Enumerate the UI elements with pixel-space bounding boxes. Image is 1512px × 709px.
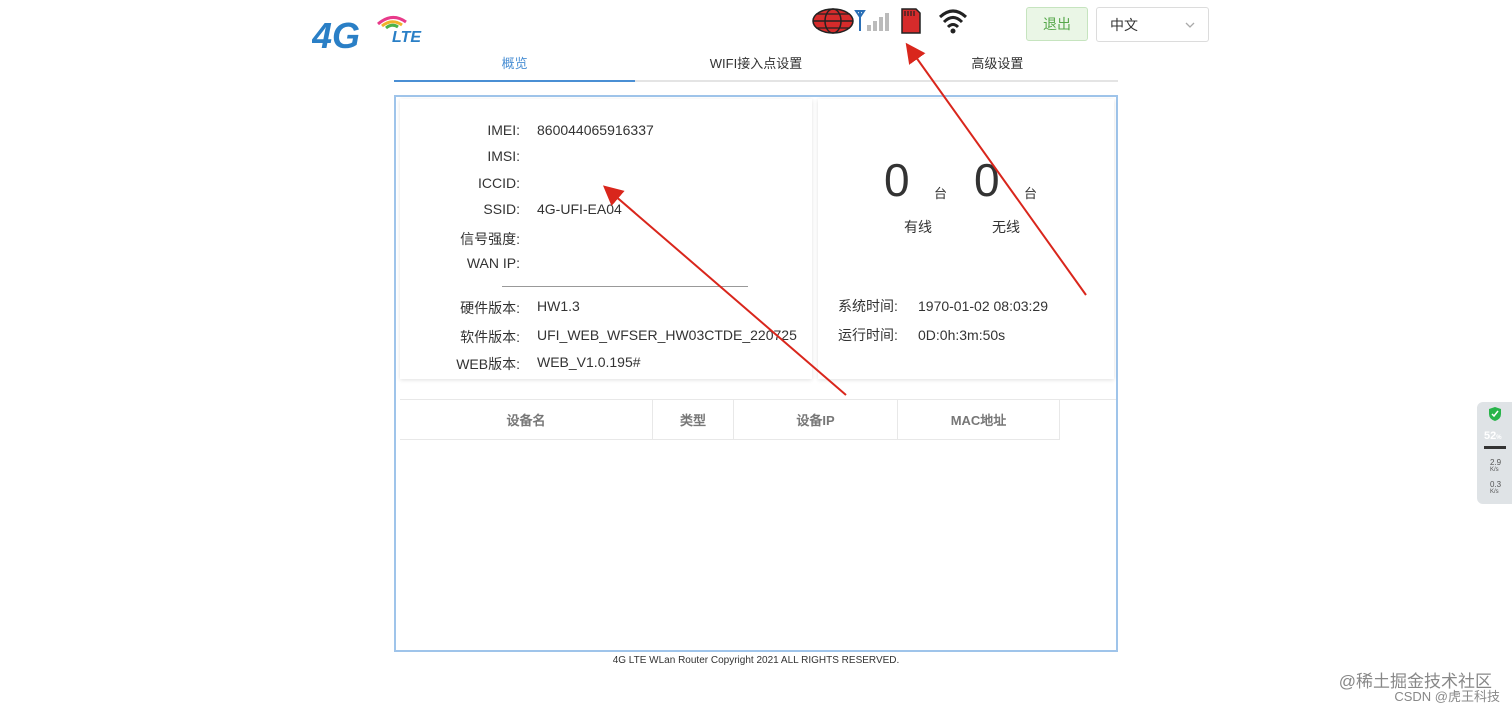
info-row-hw-version: 硬件版本: HW1.3	[400, 298, 812, 318]
sw-version-label: 软件版本:	[460, 329, 520, 345]
hw-version-value: HW1.3	[537, 298, 580, 314]
globe-icon	[812, 7, 854, 35]
system-time-row: 系统时间: 1970-01-02 08:03:29	[838, 296, 1048, 316]
iccid-label: ICCID:	[478, 175, 520, 191]
watermark-csdn: CSDN @虎王科技	[1394, 689, 1500, 704]
column-header-device-ip[interactable]: 设备IP	[734, 400, 898, 440]
network-speed-widget[interactable]: 52% 2.9 K/s 0.3 K/s	[1477, 402, 1512, 504]
uptime-label: 运行时间:	[838, 327, 898, 343]
upload-speed: 2.9	[1490, 458, 1502, 467]
connection-stats-card: 0 台 0 台 有线 无线 系统时间: 1970-01-02 08:03:29 运…	[818, 99, 1114, 379]
tab-advanced-settings[interactable]: 高级设置	[877, 50, 1118, 80]
imsi-label: IMSI:	[487, 148, 520, 164]
info-row-signal: 信号强度:	[400, 229, 812, 249]
signal-antenna-icon	[854, 7, 889, 35]
wired-label: 有线	[904, 219, 932, 235]
wireless-label: 无线	[992, 219, 1020, 235]
language-selected-value: 中文	[1110, 16, 1138, 33]
imei-value: 860044065916337	[537, 122, 654, 138]
wifi-icon	[938, 7, 970, 35]
main-tabs: 概览 WIFI接入点设置 高级设置	[394, 50, 1118, 82]
connected-devices-table: 设备名 类型 设备IP MAC地址	[400, 399, 1116, 440]
info-row-wanip: WAN IP:	[400, 255, 812, 275]
download-speed-unit: K/s	[1490, 489, 1499, 495]
hw-version-label: 硬件版本:	[460, 300, 520, 316]
info-row-web-version: WEB版本: WEB_V1.0.195#	[400, 354, 812, 374]
logout-button[interactable]: 退出	[1026, 7, 1088, 41]
tab-overview[interactable]: 概览	[394, 50, 636, 82]
column-header-mac-address[interactable]: MAC地址	[898, 400, 1060, 440]
info-row-ssid: SSID: 4G-UFI-EA04	[400, 201, 812, 221]
logo-lte-text: LTE	[392, 29, 422, 46]
usage-bar	[1484, 446, 1506, 449]
info-divider	[502, 286, 748, 287]
overview-panel: IMEI: 860044065916337 IMSI: ICCID: SSID:…	[394, 95, 1118, 652]
uptime-value: 0D:0h:3m:50s	[918, 327, 1006, 343]
sim-card-icon	[896, 7, 928, 35]
copyright-footer: 4G LTE WLan Router Copyright 2021 ALL RI…	[612, 655, 900, 666]
tab-wifi-ap-settings[interactable]: WIFI接入点设置	[635, 50, 876, 80]
sw-version-value: UFI_WEB_WFSER_HW03CTDE_220725	[537, 327, 797, 343]
wireless-count: 0	[974, 154, 1000, 206]
shield-check-icon	[1488, 406, 1502, 427]
usage-percent: 52%	[1484, 430, 1502, 442]
chevron-down-icon	[1184, 18, 1196, 30]
info-row-sw-version: 软件版本: UFI_WEB_WFSER_HW03CTDE_220725	[400, 327, 812, 347]
download-speed: 0.3	[1490, 480, 1502, 489]
info-row-iccid: ICCID:	[400, 175, 812, 195]
system-time-value: 1970-01-02 08:03:29	[918, 298, 1048, 314]
info-row-imsi: IMSI:	[400, 148, 812, 168]
system-time-label: 系统时间:	[838, 298, 898, 314]
wan-ip-label: WAN IP:	[466, 255, 520, 271]
ssid-value: 4G-UFI-EA04	[537, 201, 622, 217]
ssid-label: SSID:	[483, 201, 520, 217]
language-select[interactable]: 中文	[1096, 7, 1209, 42]
status-icons	[812, 6, 970, 36]
wireless-count-unit: 台	[1024, 186, 1038, 201]
wired-count-unit: 台	[934, 186, 948, 201]
column-header-device-name[interactable]: 设备名	[400, 400, 653, 440]
uptime-row: 运行时间: 0D:0h:3m:50s	[838, 325, 1005, 345]
web-version-value: WEB_V1.0.195#	[537, 354, 641, 370]
logo-4g-text: 4G	[312, 15, 360, 54]
table-header-row: 设备名 类型 设备IP MAC地址	[400, 400, 1116, 440]
device-info-card: IMEI: 860044065916337 IMSI: ICCID: SSID:…	[400, 99, 812, 379]
web-version-label: WEB版本:	[456, 356, 520, 372]
info-row-imei: IMEI: 860044065916337	[400, 122, 812, 142]
imei-label: IMEI:	[487, 122, 520, 138]
upload-speed-unit: K/s	[1490, 467, 1499, 473]
wired-count: 0	[884, 154, 910, 206]
signal-strength-label: 信号强度:	[460, 231, 520, 247]
column-header-type[interactable]: 类型	[653, 400, 734, 440]
brand-logo: 4G LTE	[311, 10, 452, 56]
